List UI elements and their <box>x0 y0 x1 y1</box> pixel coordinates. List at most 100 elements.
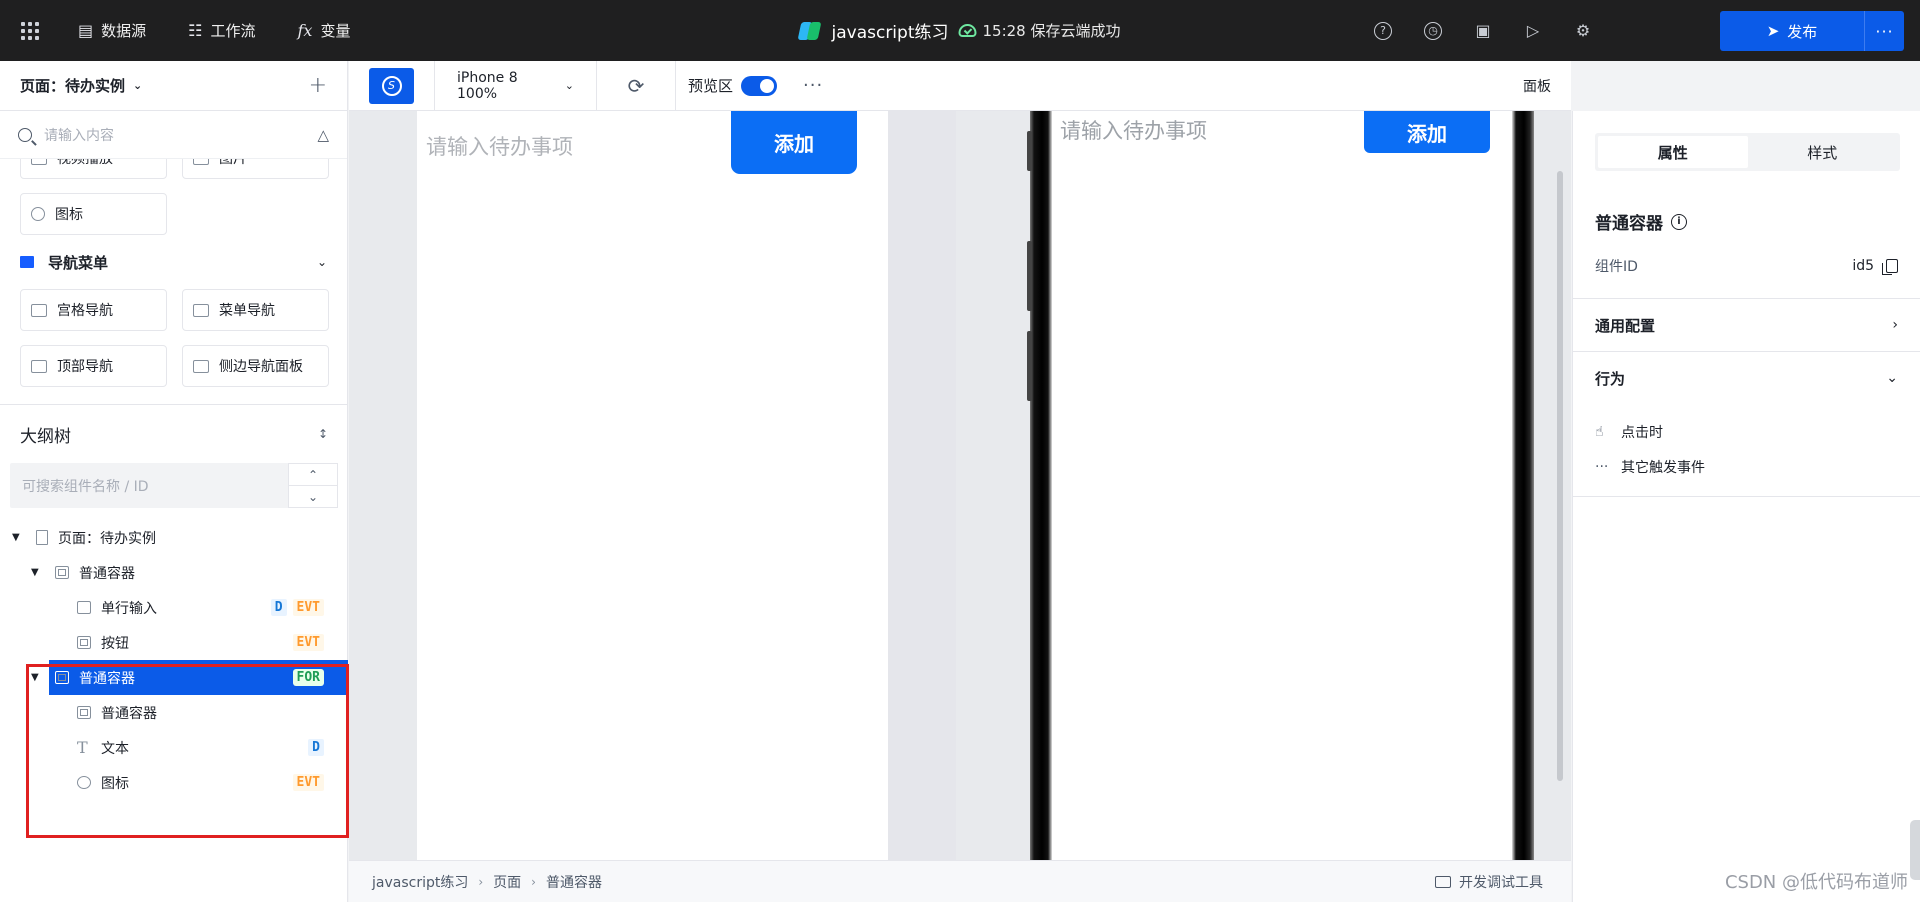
component-menu-nav[interactable]: 菜单导航 <box>182 289 329 331</box>
left-panel: 页面：待办实例 ⌄ + 请输入内容 △ 视频播放 图片 图标 导航菜单 ⌄ 宫格… <box>0 61 348 902</box>
tree-node-inner-container[interactable]: 普通容器 <box>0 695 348 730</box>
component-search: 请输入内容 △ <box>0 111 347 159</box>
event-on-tap[interactable]: ☝ 点击时 <box>1573 414 1920 449</box>
component-library-icon[interactable]: △ <box>317 126 329 144</box>
badge-event: EVT <box>292 634 324 651</box>
nav-variables[interactable]: fx 变量 <box>280 0 369 61</box>
tab-styles[interactable]: 样式 <box>1748 136 1898 168</box>
canvas-scrollbar[interactable] <box>1557 171 1563 781</box>
todo-input-placeholder[interactable]: 请输入待办事项 <box>426 131 573 161</box>
app-grid-icon[interactable] <box>0 0 60 61</box>
page-dropdown[interactable]: 页面：待办实例 ⌄ <box>20 75 142 96</box>
component-top-nav[interactable]: 顶部导航 <box>20 345 167 387</box>
component-label: 宫格导航 <box>57 303 113 319</box>
add-page-icon[interactable]: + <box>309 73 327 98</box>
container-icon <box>55 671 69 684</box>
device-label: iPhone 8 100% <box>457 69 518 102</box>
event-list: ☝ 点击时 ··· 其它触发事件 <box>1573 404 1920 497</box>
devtools-label: 开发调试工具 <box>1459 874 1543 891</box>
outline-search-input[interactable]: 可搜索组件名称 / ID <box>10 463 288 508</box>
panel-button[interactable]: 面板 <box>1523 76 1551 96</box>
outline-nav-arrows: ⌃ ⌄ <box>288 463 338 508</box>
page-selector: 页面：待办实例 ⌄ + <box>0 61 347 111</box>
refresh-icon[interactable]: ⟳ <box>596 60 676 111</box>
component-search-input[interactable]: 请输入内容 <box>44 125 305 145</box>
nav-workflow-label: 工作流 <box>210 22 256 40</box>
history-icon[interactable]: ◷ <box>1422 20 1444 42</box>
mini-program-button[interactable]: S <box>369 67 414 104</box>
tree-node-label: 文本 <box>101 740 129 757</box>
nav-datasource[interactable]: ▤ 数据源 <box>60 0 164 61</box>
component-label: 侧边导航面板 <box>219 359 303 375</box>
device-selector[interactable]: iPhone 8 100% ⌄ <box>434 60 596 111</box>
app-logo-icon <box>797 20 822 42</box>
workflow-icon: ☷ <box>188 21 203 40</box>
right-edge-handle[interactable] <box>1910 820 1920 880</box>
tree-node-container-selected[interactable]: ▼ 普通容器 FOR <box>0 660 348 695</box>
nav-section-icon <box>20 255 34 268</box>
tree-node-button[interactable]: 按钮 EVT <box>0 625 348 660</box>
add-button[interactable]: 添加 <box>731 111 857 174</box>
publish-more-button[interactable]: ··· <box>1864 11 1904 51</box>
info-icon[interactable]: i <box>1671 213 1687 230</box>
tree-node-text[interactable]: T 文本 D <box>0 730 348 765</box>
badge-for-loop: FOR <box>292 669 324 686</box>
component-id-row: 组件ID id5 <box>1595 256 1898 276</box>
publish-label: 发布 <box>1787 22 1818 41</box>
tree-node-container[interactable]: ▼ 普通容器 <box>0 555 348 590</box>
save-icon[interactable]: ▣ <box>1472 20 1494 42</box>
expand-collapse-icon[interactable]: ↕ <box>318 427 328 441</box>
debug-icon[interactable]: ⚙ <box>1572 20 1594 42</box>
play-icon[interactable]: ▷ <box>1522 20 1544 42</box>
nav-datasource-label: 数据源 <box>101 22 147 40</box>
breadcrumb-item[interactable]: 普通容器 <box>546 872 602 892</box>
container-icon <box>77 706 91 719</box>
database-icon: ▤ <box>78 21 94 40</box>
behavior-section[interactable]: 行为 ⌄ <box>1573 351 1920 404</box>
next-match-button[interactable]: ⌄ <box>289 486 337 507</box>
tab-properties[interactable]: 属性 <box>1598 136 1748 168</box>
breadcrumb-item[interactable]: javascript练习 <box>372 872 468 892</box>
video-icon <box>31 159 47 165</box>
tree-node-icon[interactable]: 图标 EVT <box>0 765 348 800</box>
general-config-section[interactable]: 通用配置 › <box>1573 298 1920 351</box>
cloud-check-icon <box>958 24 977 37</box>
component-video[interactable]: 视频播放 <box>20 159 167 179</box>
prev-match-button[interactable]: ⌃ <box>289 464 337 486</box>
component-icon[interactable]: 图标 <box>20 193 167 235</box>
icon-component-icon <box>31 207 45 221</box>
node-badges: FOR <box>292 669 324 686</box>
component-label: 视频播放 <box>57 159 113 167</box>
node-badges: EVT <box>292 634 324 651</box>
caret-down-icon[interactable]: ▼ <box>31 567 45 578</box>
preview-switch[interactable] <box>741 75 778 96</box>
node-badges: D EVT <box>270 599 324 616</box>
image-icon <box>193 159 209 165</box>
devtools-button[interactable]: 开发调试工具 <box>1435 872 1543 892</box>
app-title: javascript练习 <box>831 23 949 43</box>
publish-button[interactable]: ➤ 发布 <box>1720 11 1864 51</box>
copy-icon[interactable] <box>1882 259 1898 275</box>
nav-section-header[interactable]: 导航菜单 ⌄ <box>20 235 327 289</box>
preview-add-button[interactable]: 添加 <box>1364 111 1490 153</box>
nav-workflow[interactable]: ☷ 工作流 <box>170 0 273 61</box>
event-other-triggers[interactable]: ··· 其它触发事件 <box>1573 449 1920 484</box>
component-label: 顶部导航 <box>57 359 113 375</box>
more-icon[interactable]: ··· <box>803 75 823 96</box>
component-image[interactable]: 图片 <box>182 159 329 179</box>
tap-icon: ☝ <box>1595 423 1604 440</box>
tree-node-page[interactable]: ▼ 页面：待办实例 <box>0 520 348 555</box>
preview-todo-input[interactable]: 请输入待办事项 <box>1060 115 1207 145</box>
caret-down-icon[interactable]: ▼ <box>31 672 45 683</box>
component-side-nav[interactable]: 侧边导航面板 <box>182 345 329 387</box>
chevron-right-icon: › <box>531 874 536 889</box>
help-icon[interactable]: ? <box>1372 20 1394 42</box>
editor-canvas-page: 请输入待办事项 添加 <box>417 111 888 860</box>
component-grid-nav[interactable]: 宫格导航 <box>20 289 167 331</box>
tree-node-label: 按钮 <box>101 635 129 652</box>
component-id-label: 组件ID <box>1595 259 1638 275</box>
caret-down-icon[interactable]: ▼ <box>12 532 26 543</box>
breadcrumb-item[interactable]: 页面 <box>493 872 521 892</box>
button-icon <box>77 636 91 649</box>
tree-node-input[interactable]: 单行输入 D EVT <box>0 590 348 625</box>
